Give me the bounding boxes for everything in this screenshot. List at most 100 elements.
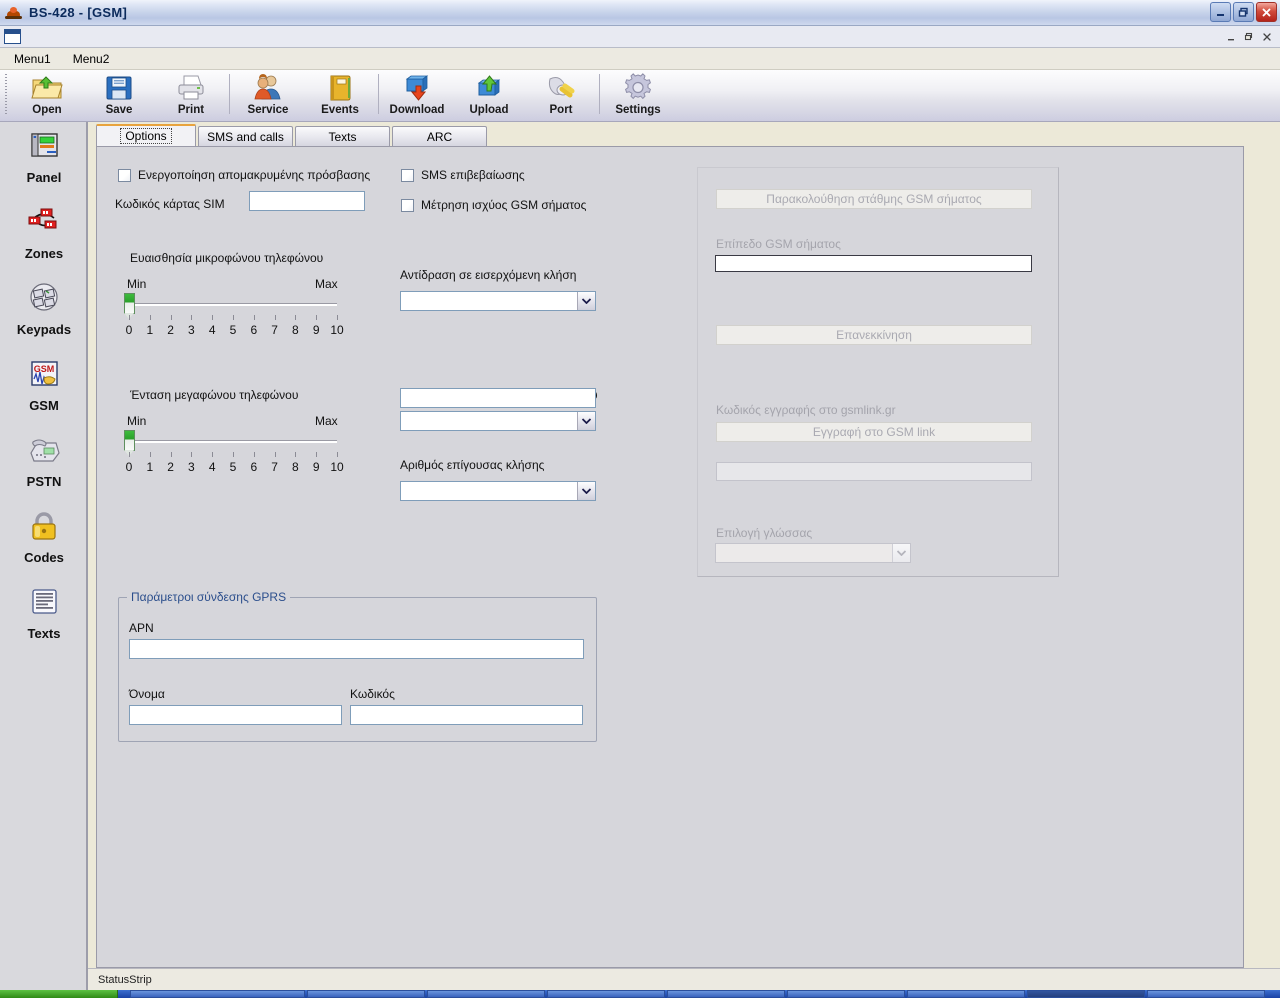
sms-confirm-checkbox[interactable] xyxy=(401,169,414,182)
toolbar-button-service[interactable]: Service xyxy=(232,70,304,120)
sidebar-item-gsm[interactable]: GSM GSM xyxy=(0,350,88,426)
toolbar-button-settings[interactable]: Settings xyxy=(602,70,674,120)
toolbar-button-upload[interactable]: Upload xyxy=(453,70,525,120)
tab-sms-and-calls-label: SMS and calls xyxy=(203,130,288,144)
toolbar-label-open: Open xyxy=(32,104,61,116)
tab-sms-and-calls[interactable]: SMS and calls xyxy=(198,126,293,146)
gprs-password-label: Κωδικός xyxy=(350,687,395,701)
tab-strip: Options SMS and calls Texts ARC xyxy=(96,124,1244,146)
svg-text:GSM: GSM xyxy=(34,364,55,374)
mdi-minimize-button[interactable] xyxy=(1222,28,1240,45)
taskbar-item[interactable] xyxy=(787,990,905,998)
connected-phone-combobox[interactable] xyxy=(400,411,596,431)
gsm-signal-level-bar xyxy=(715,255,1032,272)
urgent-number-combobox[interactable] xyxy=(400,481,596,501)
gsm-strength-label: Μέτρηση ισχύος GSM σήματος xyxy=(421,198,586,212)
incoming-call-label: Αντίδραση σε εισερχόμενη κλήση xyxy=(400,268,576,282)
sidebar-item-panel[interactable]: Panel xyxy=(0,122,88,198)
window-controls xyxy=(1210,2,1277,22)
menu-item-menu2[interactable]: Menu2 xyxy=(65,49,118,69)
toolbar-button-print[interactable]: Print xyxy=(155,70,227,120)
sms-confirm-label: SMS επιβεβαίωσης xyxy=(421,168,525,182)
maximize-restore-button[interactable] xyxy=(1233,2,1254,22)
gsmlink-code-input[interactable] xyxy=(716,462,1032,481)
gear-icon xyxy=(622,73,654,103)
toolbar-button-download[interactable]: Download xyxy=(381,70,453,120)
toolbar-button-port[interactable]: Port xyxy=(525,70,597,120)
toolbar-label-port: Port xyxy=(550,104,573,116)
sidebar-item-zones[interactable]: Zones xyxy=(0,198,88,274)
start-button[interactable] xyxy=(0,990,118,998)
taskbar-item[interactable] xyxy=(307,990,425,998)
gsm-signal-monitor-button[interactable]: Παρακολούθηση στάθμης GSM σήματος xyxy=(716,189,1032,209)
sidebar-item-texts[interactable]: Texts xyxy=(0,578,88,654)
mdi-restore-button[interactable] xyxy=(1240,28,1258,45)
taskbar-item[interactable] xyxy=(427,990,545,998)
tab-options[interactable]: Options xyxy=(96,124,196,146)
taskbar-item[interactable] xyxy=(130,990,305,998)
mdi-close-button[interactable] xyxy=(1258,28,1276,45)
gsmlink-code-label: Κωδικός εγγραφής στο gsmlink.gr xyxy=(716,403,896,417)
upload-arrow-icon xyxy=(473,73,505,103)
toolbar-label-save: Save xyxy=(106,104,133,116)
tab-arc[interactable]: ARC xyxy=(392,126,487,146)
control-panel-icon xyxy=(24,130,64,168)
chevron-down-icon[interactable] xyxy=(577,482,595,500)
chevron-down-icon[interactable] xyxy=(892,544,910,562)
toolbar-button-save[interactable]: Save xyxy=(83,70,155,120)
gsmlink-register-label: Εγγραφή στο GSM link xyxy=(813,425,935,439)
speaker-min-label: Min xyxy=(127,414,146,428)
tab-arc-label: ARC xyxy=(423,130,456,144)
mic-min-label: Min xyxy=(127,277,146,291)
mic-sensitivity-slider[interactable]: Min Max 0 1 2 3 4 5 6 7 8 xyxy=(125,277,375,347)
gprs-username-input[interactable] xyxy=(129,705,342,725)
gsm-strength-checkbox[interactable] xyxy=(401,199,414,212)
gprs-apn-label: APN xyxy=(129,621,154,635)
taskbar-item-active[interactable] xyxy=(1027,990,1145,998)
toolbar-button-open[interactable]: Open xyxy=(11,70,83,120)
incoming-call-combobox[interactable] xyxy=(400,291,596,311)
toolbar-grip[interactable] xyxy=(3,74,9,116)
minimize-button[interactable] xyxy=(1210,2,1231,22)
close-button[interactable] xyxy=(1256,2,1277,22)
toolbar-button-events[interactable]: Events xyxy=(304,70,376,120)
gsm-status-panel: Παρακολούθηση στάθμης GSM σήματος Επίπεδ… xyxy=(697,167,1059,577)
app-icon xyxy=(5,4,23,22)
taskbar-item[interactable] xyxy=(1147,990,1265,998)
mic-slider-track[interactable] xyxy=(129,303,337,306)
mic-sensitivity-label: Ευαισθησία μικροφώνου τηλεφώνου xyxy=(130,251,323,265)
language-select-combobox[interactable] xyxy=(715,543,911,563)
chevron-down-icon[interactable] xyxy=(577,412,595,430)
gsmlink-register-button[interactable]: Εγγραφή στο GSM link xyxy=(716,422,1032,442)
speaker-slider-thumb[interactable] xyxy=(124,430,135,451)
speaker-slider-ticks xyxy=(125,452,341,457)
sidebar-label-keypads: Keypads xyxy=(17,322,71,337)
open-folder-icon xyxy=(31,73,63,103)
tab-texts[interactable]: Texts xyxy=(295,126,390,146)
remote-access-checkbox[interactable] xyxy=(118,169,131,182)
toolbar-separator xyxy=(599,74,600,114)
tab-texts-label: Texts xyxy=(324,130,360,144)
gprs-apn-input[interactable] xyxy=(129,639,584,659)
speaker-slider-scale: 0 1 2 3 4 5 6 7 8 9 10 xyxy=(125,460,341,476)
gsm-restart-button[interactable]: Επανεκκίνηση xyxy=(716,325,1032,345)
status-text: StatusStrip xyxy=(98,974,152,986)
speaker-slider-track[interactable] xyxy=(129,440,337,443)
sidebar-item-keypads[interactable]: Keypads xyxy=(0,274,88,350)
taskbar-item[interactable] xyxy=(547,990,665,998)
gprs-password-input[interactable] xyxy=(350,705,583,725)
speaker-volume-slider[interactable]: Min Max 0 1 2 3 4 5 6 7 8 xyxy=(125,414,375,484)
mic-slider-thumb[interactable] xyxy=(124,293,135,314)
menu-item-menu1[interactable]: Menu1 xyxy=(6,49,59,69)
plug-icon xyxy=(545,73,577,103)
sidebar-item-pstn[interactable]: PSTN xyxy=(0,426,88,502)
chevron-down-icon[interactable] xyxy=(577,292,595,310)
taskbar-item[interactable] xyxy=(667,990,785,998)
sms-confirm-row: SMS επιβεβαίωσης xyxy=(401,168,525,182)
taskbar-item[interactable] xyxy=(907,990,1025,998)
sidebar-item-codes[interactable]: Codes xyxy=(0,502,88,578)
window-title-bar: BS-428 - [GSM] xyxy=(0,0,1280,26)
os-taskbar xyxy=(0,990,1280,998)
options-tab-panel: Ενεργοποίηση απομακρυμένης πρόσβασης Κωδ… xyxy=(96,146,1244,968)
sim-code-input[interactable] xyxy=(249,191,365,211)
